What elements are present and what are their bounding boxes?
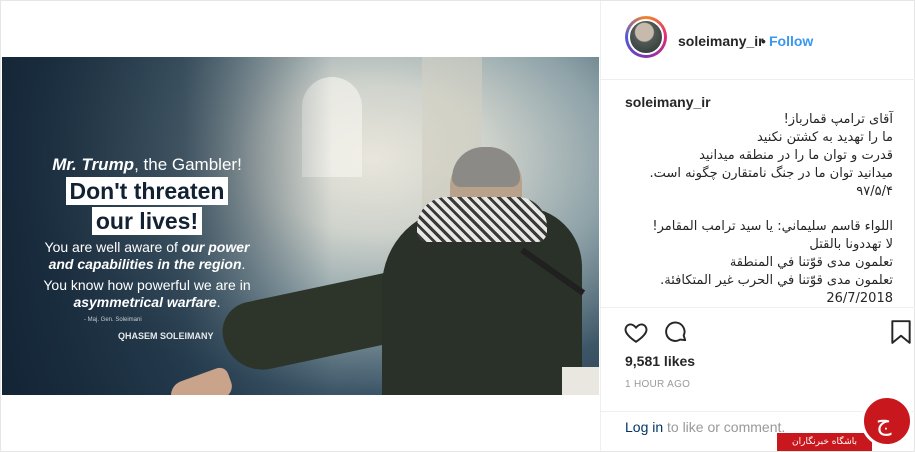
- bookmark-icon[interactable]: [889, 319, 915, 345]
- caption-line: تعلمون مدى قوّتنا في المنطقة: [729, 255, 893, 270]
- avatar[interactable]: [628, 19, 664, 55]
- post-sidebar: soleimany_ir • Follow soleimany_ir آقای …: [600, 1, 915, 451]
- watermark-logo: باشگاه خبرنگاران ج: [777, 395, 915, 452]
- caption-date: 26/7/2018: [826, 291, 893, 306]
- speaker-scarf: [417, 197, 547, 242]
- caption-username[interactable]: soleimany_ir: [625, 94, 893, 111]
- login-link[interactable]: Log in: [625, 419, 663, 435]
- poster-body1: You are well aware of our power and capa…: [44, 239, 250, 272]
- poster-logo: QHASEM SOLEIMANY: [118, 331, 214, 341]
- caption-line: ما را تهدید به کشتن نکنید: [756, 130, 893, 145]
- separator-dot: •: [761, 33, 766, 49]
- post-image[interactable]: Mr. Trump, the Gambler! Don't threaten o…: [2, 57, 599, 395]
- poster-signature: - Maj. Gen. Soleimani: [84, 317, 142, 323]
- poster-body2: You know how powerful we are in asymmetr…: [43, 277, 251, 310]
- comment-icon[interactable]: [663, 319, 689, 345]
- caption-gap: [625, 201, 893, 218]
- caption-date: ۹۷/۵/۴: [856, 184, 893, 199]
- watermark-emblem-icon: ج: [861, 395, 913, 447]
- post-caption: soleimany_ir آقای ترامپ قمارباز! ما را ت…: [625, 94, 893, 308]
- follow-button[interactable]: Follow: [769, 33, 813, 49]
- poster-text: Mr. Trump, the Gambler! Don't threaten o…: [32, 155, 262, 341]
- username-link[interactable]: soleimany_ir: [678, 33, 764, 49]
- caption-line: میدانید توان ما در جنگ نامتقارن چگونه اس…: [649, 166, 893, 181]
- caption-line: تعلمون مدى قوّتنا في الحرب غير المتكافئة…: [660, 273, 893, 288]
- caption-line: قدرت و توان ما را در منطقه میدانید: [699, 148, 893, 163]
- poster-headline1: Don't threaten: [65, 177, 229, 205]
- poster-headline2: our lives!: [91, 207, 203, 235]
- heart-icon[interactable]: [623, 319, 649, 345]
- poster-line1: Mr. Trump, the Gambler!: [52, 155, 242, 174]
- post-header: soleimany_ir • Follow: [601, 1, 915, 80]
- likes-count[interactable]: 9,581 likes: [625, 353, 695, 369]
- caption-line: آقای ترامپ قمارباز!: [783, 112, 893, 127]
- instagram-post: Mr. Trump, the Gambler! Don't threaten o…: [0, 0, 915, 452]
- login-prompt-text: to like or comment.: [667, 419, 786, 435]
- watermark-text: باشگاه خبرنگاران: [777, 433, 872, 451]
- caption-line: لا تهددونا بالقتل: [809, 237, 893, 252]
- podium: [562, 367, 599, 395]
- caption-line: اللواء قاسم سليماني: يا سيد ترامب المقام…: [652, 219, 893, 234]
- post-time[interactable]: 1 HOUR AGO: [625, 379, 690, 390]
